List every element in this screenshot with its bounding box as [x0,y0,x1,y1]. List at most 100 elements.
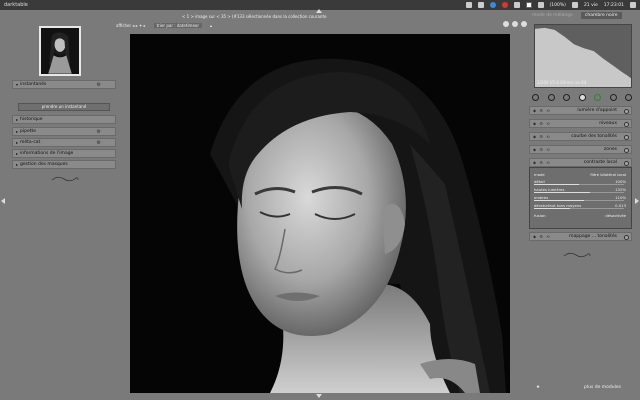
app-title: darktable [4,2,28,8]
module-label: niveaux [599,121,617,126]
power-icon[interactable] [624,160,629,166]
module-presets-icon[interactable]: ◆ ⚙ ⟲ [533,134,551,139]
decorative-swirl-icon [51,176,79,182]
module-fill-light[interactable]: ◆ ⚙ ⟲ lumière d'appoint [529,106,632,115]
param-value: désactivée [605,213,626,218]
volume-icon[interactable] [571,2,578,8]
circle-icon[interactable] [563,94,570,101]
collapse-right-icon[interactable] [635,198,639,204]
power-icon[interactable] [624,147,629,153]
param-detail-slider[interactable]: détail 100% [534,179,629,185]
gear-icon[interactable]: ⚙ [97,82,101,88]
module-presets-icon[interactable]: ◆ ⚙ ⟲ [533,160,551,165]
sync-icon[interactable] [513,2,520,8]
wifi-icon[interactable] [537,2,544,8]
star-icon[interactable] [547,94,555,101]
navigation-thumbnail[interactable] [39,26,81,76]
display-filter[interactable]: afficher ◂ ▸ ✦ ▸ [116,23,146,28]
dropbox-icon[interactable] [465,2,472,8]
color-icon[interactable] [594,94,601,101]
param-blend[interactable]: fusion désactivée [534,213,629,219]
module-label: courbe des tonalités [571,134,617,139]
battery-label: (100%) [549,2,566,8]
system-tray: (100%) 21 vie 17:23:01 [465,0,636,10]
collapse-bottom-icon[interactable] [316,394,322,398]
module-mask-manager[interactable]: ▸ gestion des masques [12,160,116,169]
module-zones[interactable]: ◆ ⚙ ⟲ zones [529,145,632,154]
param-shadows-slider[interactable]: ombres 110% [534,195,629,201]
module-label: zones [603,147,617,152]
module-presets-icon[interactable]: ◆ ⚙ ⟲ [533,121,551,126]
main-image-canvas[interactable] [130,34,510,393]
module-label: mappage ... tonalités [569,234,617,239]
more-modules-button[interactable]: plus de modules [584,385,621,390]
module-presets-icon[interactable]: ◆ ⚙ ⟲ [533,108,551,113]
notification-icon[interactable] [501,2,508,8]
module-group-icons [532,94,632,101]
center-toolbar: < 1 > image sur < 35 > (#133 sélectionné… [112,12,528,32]
module-tone-curve[interactable]: ◆ ⚙ ⟲ courbe des tonalités [529,132,632,141]
module-presets-icon[interactable]: ◆ ⚙ ⟲ [533,147,551,152]
right-panel: mode de mélange chambre noire 1/200 f/5.… [528,12,634,396]
module-history[interactable]: ▸ historique [12,115,116,124]
param-value: filtre bilatéral local [590,172,626,177]
module-image-info[interactable]: ▸ informations de l'image [12,149,116,158]
module-metadata[interactable]: ▸ méta-cat ⚙ [12,138,116,147]
collection-info: < 1 > image sur < 35 > (#133 sélectionné… [182,14,327,19]
module-levels[interactable]: ◆ ⚙ ⟲ niveaux [529,119,632,128]
histogram[interactable] [534,24,632,88]
slider-track[interactable] [534,200,624,201]
bluetooth-icon[interactable] [477,2,484,8]
chrome-icon[interactable] [489,2,496,8]
power-icon[interactable] [624,134,629,140]
power-icon[interactable] [630,2,636,8]
correction-icon[interactable] [609,94,617,101]
module-pipette[interactable]: ▸ pipette ⚙ [12,127,116,136]
gear-icon[interactable]: ⚙ [97,129,101,135]
tone-icon[interactable] [578,94,586,101]
module-snapshots[interactable]: ▾ instantanés ⚙ [12,80,116,89]
param-label: mode [534,172,545,177]
clock-label: 17:23:01 [603,2,624,8]
collapse-arrow-icon: ▸ [16,129,19,134]
tab-darkroom[interactable]: chambre noire [580,12,622,19]
power-icon[interactable] [532,94,539,101]
panel-tabs: mode de mélange chambre noire [528,12,622,19]
power-icon[interactable] [624,108,629,114]
sort-direction-icon[interactable]: ▴ [210,23,212,28]
slider-track[interactable] [534,208,624,209]
module-presets-icon[interactable]: ◆ ⚙ ⟲ [533,234,551,239]
module-label: pipette [20,129,37,134]
tab-blend-mode[interactable]: mode de mélange [528,12,577,19]
effect-icon[interactable] [625,94,632,101]
preferences-gear-icon[interactable] [521,21,527,27]
module-label: gestion des masques [20,162,68,167]
slider-track[interactable] [534,184,624,185]
overlays-star-icon[interactable] [512,21,518,27]
gear-icon[interactable]: ⚙ [97,140,101,146]
checkbox-icon[interactable] [525,2,532,8]
param-midtones-slider[interactable]: dératurfaut tons moyens 0.013 [534,203,629,209]
collapse-left-icon[interactable] [1,198,5,204]
module-local-contrast[interactable]: ◆ ⚙ ⟲ contraste local [529,158,632,167]
module-tone-mapping[interactable]: ◆ ⚙ ⟲ mappage ... tonalités [529,232,632,241]
module-label: méta-cat [20,140,41,145]
favorites-star-icon[interactable]: ★ [536,385,540,390]
power-icon[interactable] [624,234,629,240]
exif-info: 1/200 f/5.6 85mm iso 64 [537,80,587,85]
grouping-icon[interactable] [503,21,509,27]
slider-track[interactable] [534,192,624,193]
module-label: instantanés [20,82,47,87]
collapse-arrow-icon: ▸ [16,151,19,156]
param-mode[interactable]: mode filtre bilatéral local [534,172,629,178]
power-icon[interactable] [624,121,629,127]
module-label: lumière d'appoint [577,108,617,113]
param-label: fusion [534,213,546,218]
local-contrast-panel: mode filtre bilatéral local détail 100% … [529,167,632,229]
date-label: 21 vie [583,2,598,8]
module-label: contraste local [583,160,617,165]
param-highlights-slider[interactable]: hautes lumières 132% [534,187,629,193]
decorative-swirl-icon [563,252,591,258]
take-snapshot-button[interactable]: prendre un instantané [18,103,110,111]
sort-select[interactable]: trier par : datetimeor [153,23,202,28]
